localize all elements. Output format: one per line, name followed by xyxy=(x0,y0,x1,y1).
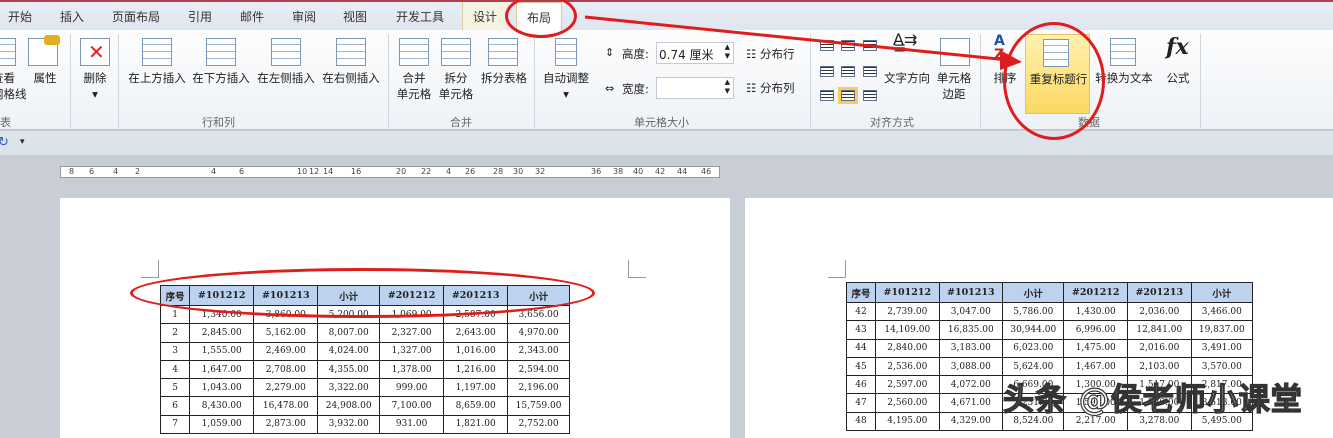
watermark: 头条 @侯老师小课堂 xyxy=(1002,381,1303,418)
annotation-arrow xyxy=(584,15,1022,70)
